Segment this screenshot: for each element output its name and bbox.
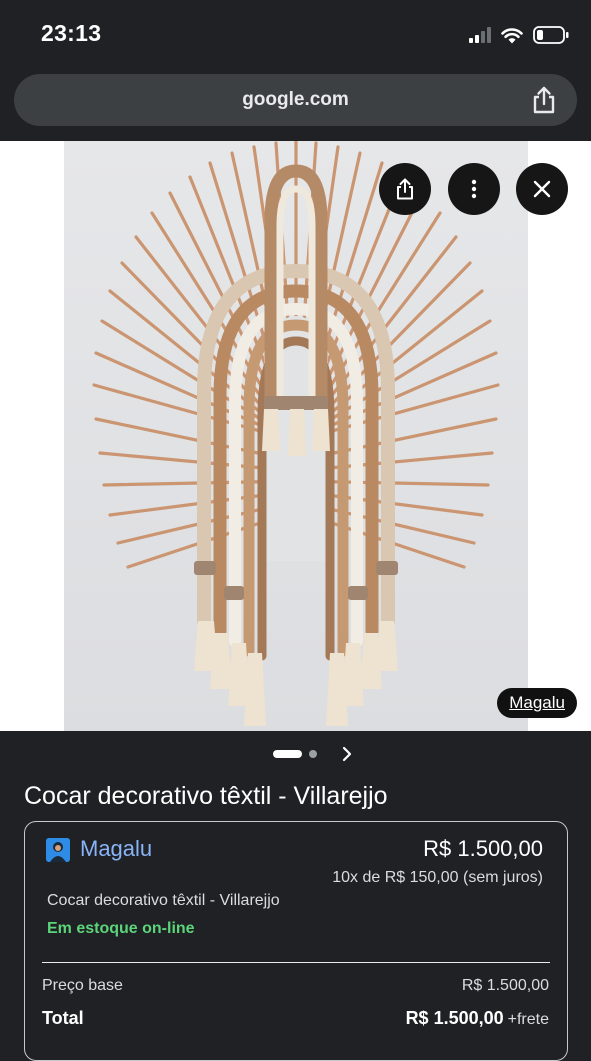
store-logo: [46, 838, 70, 862]
total-value: R$ 1.500,00: [405, 1008, 504, 1028]
image-viewer: Magalu: [0, 139, 591, 731]
store-name[interactable]: Magalu: [80, 836, 152, 862]
offer-card[interactable]: Magalu R$ 1.500,00 10x de R$ 150,00 (sem…: [24, 821, 568, 1061]
headdress-illustration: [64, 139, 528, 731]
status-icons: [469, 22, 569, 48]
url-text[interactable]: google.com: [14, 89, 577, 111]
chevron-right-icon[interactable]: [339, 745, 355, 763]
share-image-button[interactable]: [379, 163, 431, 215]
base-price-value: R$ 1.500,00: [461, 977, 549, 994]
total-label: Total: [42, 1008, 84, 1028]
offer-price: R$ 1.500,00: [423, 836, 543, 861]
offer-description: Cocar decorativo têxtil - Villarejjo: [47, 892, 280, 909]
cellular-signal-icon: [469, 27, 491, 43]
share-icon[interactable]: [529, 85, 559, 115]
more-vert-icon: [471, 179, 477, 199]
stock-status: Em estoque on-line: [47, 920, 195, 937]
store-logo-icon: [46, 838, 70, 862]
shipping-note: +frete: [507, 1011, 549, 1028]
close-icon: [533, 180, 551, 198]
carousel-dot-active[interactable]: [273, 750, 302, 758]
divider: [42, 962, 550, 963]
battery-icon: [533, 26, 569, 44]
base-price-label: Preço base: [42, 977, 123, 994]
carousel-dot[interactable]: [309, 750, 317, 758]
total-price: R$ 1.500,00 +frete: [406, 1008, 549, 1029]
share-icon: [397, 178, 413, 200]
carousel-indicator: [0, 731, 591, 777]
status-bar: 23:13: [0, 0, 591, 70]
installments-text: 10x de R$ 150,00 (sem juros): [332, 869, 543, 886]
close-button[interactable]: [516, 163, 568, 215]
address-bar[interactable]: google.com: [14, 74, 577, 126]
product-image[interactable]: [64, 139, 528, 731]
product-title: Cocar decorativo têxtil - Villarejjo: [24, 782, 388, 810]
status-time: 23:13: [41, 20, 102, 46]
wifi-icon: [501, 27, 523, 43]
image-source-link[interactable]: Magalu: [497, 688, 577, 718]
more-options-button[interactable]: [448, 163, 500, 215]
